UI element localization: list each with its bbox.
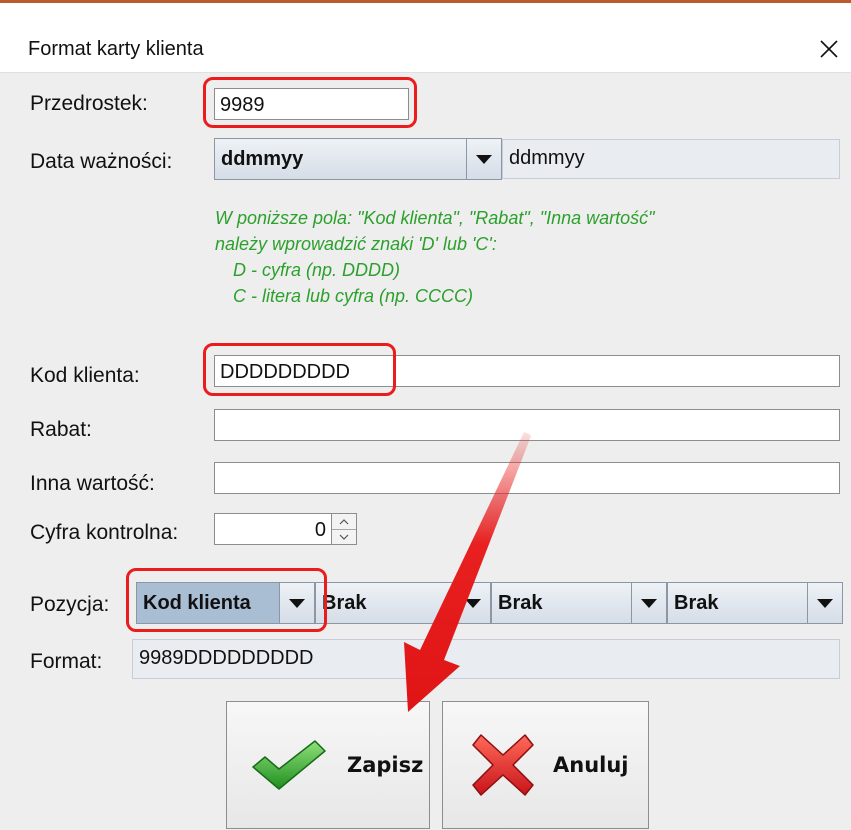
format-label: Format:: [30, 650, 103, 673]
note-line: C - litera lub cyfra (np. CCCC): [233, 286, 474, 306]
cancel-button[interactable]: Anuluj: [442, 701, 649, 829]
position-combo-1-value: Kod klienta: [137, 583, 280, 623]
chevron-down-icon[interactable]: [466, 139, 501, 179]
client-code-input[interactable]: DDDDDDDDD: [214, 355, 840, 387]
save-button[interactable]: Zapisz: [226, 701, 430, 829]
discount-label: Rabat:: [30, 418, 92, 441]
position-combo-2-value: Brak: [322, 591, 367, 614]
note-line: D - cyfra (np. DDDD): [233, 260, 401, 280]
prefix-input[interactable]: 9989: [214, 88, 409, 120]
window-title: Format karty klienta: [28, 38, 204, 60]
chevron-down-icon[interactable]: [455, 583, 490, 623]
position-combo-4-value: Brak: [674, 591, 719, 614]
title-bar: Format karty klienta: [0, 3, 851, 83]
check-digit-input[interactable]: 0: [214, 513, 332, 545]
close-button[interactable]: [807, 33, 851, 65]
other-value-label: Inna wartość:: [30, 472, 155, 495]
expiry-label: Data ważności:: [30, 150, 173, 173]
position-combo-2[interactable]: Brak: [315, 582, 491, 624]
chevron-down-icon[interactable]: [807, 583, 842, 623]
cancel-button-label: Anuluj: [553, 753, 629, 777]
expiry-preview: ddmmyy: [502, 139, 840, 179]
expiry-format-value: ddmmyy: [221, 147, 304, 170]
client-code-label: Kod klienta:: [30, 364, 140, 387]
spinner-up-icon[interactable]: [332, 514, 356, 530]
checkmark-icon: [252, 740, 326, 790]
chevron-down-icon[interactable]: [279, 583, 314, 623]
discount-input[interactable]: [214, 409, 840, 441]
close-icon: [820, 40, 838, 58]
spinner-down-icon[interactable]: [332, 529, 356, 544]
check-digit-spinner[interactable]: [331, 513, 357, 545]
save-button-label: Zapisz: [347, 753, 424, 777]
format-preview: 9989DDDDDDDDD: [132, 639, 840, 679]
note-line: należy wprowadzić znaki 'D' lub 'C':: [215, 234, 497, 254]
position-combo-1[interactable]: Kod klienta: [136, 582, 315, 624]
other-value-input[interactable]: [214, 462, 840, 494]
check-digit-label: Cyfra kontrolna:: [30, 521, 179, 544]
expiry-format-combo[interactable]: ddmmyy: [214, 138, 502, 180]
position-combo-3[interactable]: Brak: [491, 582, 667, 624]
position-combo-4[interactable]: Brak: [667, 582, 843, 624]
instruction-note: W poniższe pola: "Kod klienta", "Rabat",…: [215, 205, 655, 309]
position-label: Pozycja:: [30, 593, 110, 616]
cancel-x-icon: [472, 734, 534, 796]
chevron-down-icon[interactable]: [631, 583, 666, 623]
position-combo-3-value: Brak: [498, 591, 543, 614]
note-line: W poniższe pola: "Kod klienta", "Rabat",…: [215, 208, 655, 228]
prefix-label: Przedrostek:: [30, 92, 148, 115]
